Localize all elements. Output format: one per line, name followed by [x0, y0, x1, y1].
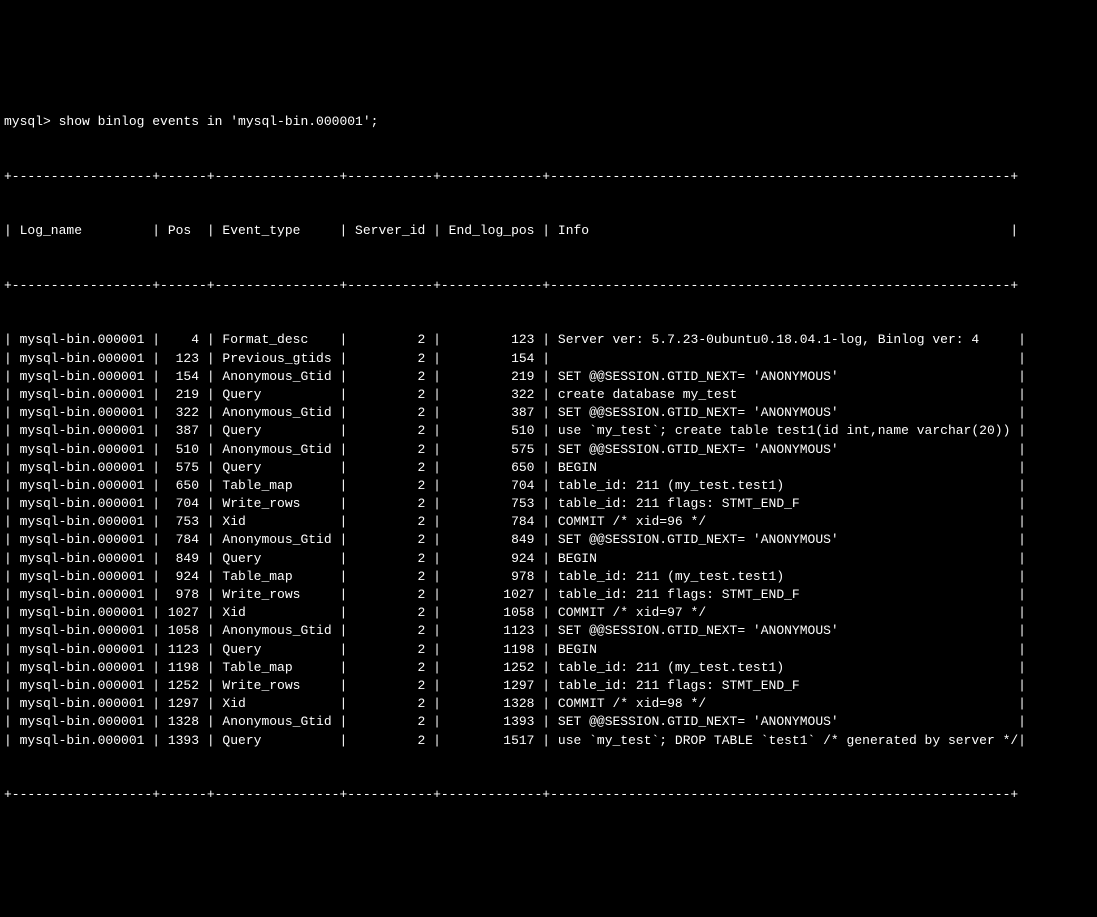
table-row: | mysql-bin.000001 | 387 | Query | 2 | 5…	[0, 422, 1097, 440]
table-row: | mysql-bin.000001 | 924 | Table_map | 2…	[0, 568, 1097, 586]
table-row: | mysql-bin.000001 | 322 | Anonymous_Gti…	[0, 404, 1097, 422]
table-row: | mysql-bin.000001 | 1328 | Anonymous_Gt…	[0, 713, 1097, 731]
table-row: | mysql-bin.000001 | 575 | Query | 2 | 6…	[0, 459, 1097, 477]
table-row: | mysql-bin.000001 | 1058 | Anonymous_Gt…	[0, 622, 1097, 640]
table-border-bottom: +------------------+------+-------------…	[0, 786, 1097, 804]
terminal-output: mysql> show binlog events in 'mysql-bin.…	[0, 77, 1097, 823]
table-row: | mysql-bin.000001 | 1027 | Xid | 2 | 10…	[0, 604, 1097, 622]
table-row: | mysql-bin.000001 | 1393 | Query | 2 | …	[0, 732, 1097, 750]
table-row: | mysql-bin.000001 | 1198 | Table_map | …	[0, 659, 1097, 677]
table-row: | mysql-bin.000001 | 154 | Anonymous_Gti…	[0, 368, 1097, 386]
table-row: | mysql-bin.000001 | 1297 | Xid | 2 | 13…	[0, 695, 1097, 713]
table-row: | mysql-bin.000001 | 123 | Previous_gtid…	[0, 350, 1097, 368]
table-row: | mysql-bin.000001 | 753 | Xid | 2 | 784…	[0, 513, 1097, 531]
table-row: | mysql-bin.000001 | 978 | Write_rows | …	[0, 586, 1097, 604]
mysql-prompt: mysql> show binlog events in 'mysql-bin.…	[0, 113, 1097, 131]
table-row: | mysql-bin.000001 | 4 | Format_desc | 2…	[0, 331, 1097, 349]
table-header: | Log_name | Pos | Event_type | Server_i…	[0, 222, 1097, 240]
table-row: | mysql-bin.000001 | 650 | Table_map | 2…	[0, 477, 1097, 495]
table-row: | mysql-bin.000001 | 510 | Anonymous_Gti…	[0, 441, 1097, 459]
table-row: | mysql-bin.000001 | 1123 | Query | 2 | …	[0, 641, 1097, 659]
table-row: | mysql-bin.000001 | 849 | Query | 2 | 9…	[0, 550, 1097, 568]
table-body: | mysql-bin.000001 | 4 | Format_desc | 2…	[0, 331, 1097, 749]
table-border-header: +------------------+------+-------------…	[0, 277, 1097, 295]
table-row: | mysql-bin.000001 | 704 | Write_rows | …	[0, 495, 1097, 513]
table-border-top: +------------------+------+-------------…	[0, 168, 1097, 186]
table-row: | mysql-bin.000001 | 1252 | Write_rows |…	[0, 677, 1097, 695]
table-row: | mysql-bin.000001 | 784 | Anonymous_Gti…	[0, 531, 1097, 549]
table-row: | mysql-bin.000001 | 219 | Query | 2 | 3…	[0, 386, 1097, 404]
